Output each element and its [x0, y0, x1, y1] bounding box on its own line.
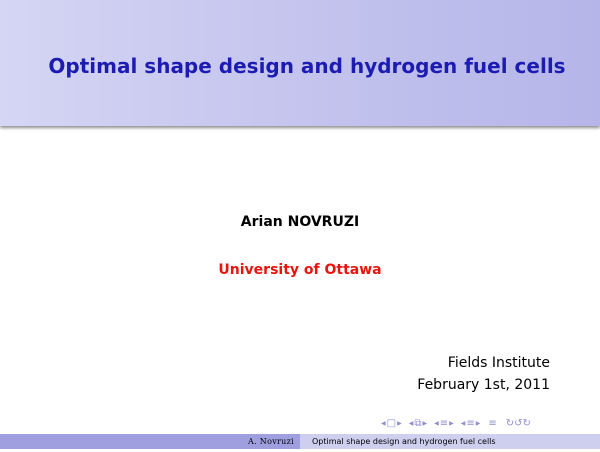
- footer-author: A. Novruzi: [248, 437, 294, 446]
- nav-menu-icon[interactable]: ≡: [487, 418, 497, 430]
- navigation-bar: ◀ □ ▶ ◀ ⧉ ▶ ◀ ≡ ▶ ◀ ≡ ▶ ≡ ↻↺↻: [381, 418, 593, 430]
- slide-title: Optimal shape design and hydrogen fuel c…: [48, 54, 566, 78]
- nav-frame-icon[interactable]: ◀ □ ▶: [381, 418, 402, 430]
- nav-section-icon[interactable]: ◀ ≡ ▶: [434, 418, 454, 430]
- location-date-block: Fields Institute February 1st, 2011: [417, 352, 550, 396]
- slide: Optimal shape design and hydrogen fuel c…: [0, 0, 600, 452]
- footer-title: Optimal shape design and hydrogen fuel c…: [312, 437, 496, 446]
- institute-name: University of Ottawa: [218, 262, 382, 278]
- date: February 1st, 2011: [417, 377, 550, 393]
- location: Fields Institute: [447, 355, 550, 371]
- nav-search-icon[interactable]: ↻↺↻: [505, 418, 532, 430]
- nav-subsection-icon[interactable]: ◀ ⧉ ▶: [409, 418, 427, 430]
- nav-section-icon[interactable]: ◀ ≡ ▶: [461, 418, 481, 430]
- author-name: Arian NOVRUZI: [240, 214, 360, 230]
- footer-left: A. Novruzi: [0, 434, 300, 449]
- footer-bar: A. Novruzi Optimal shape design and hydr…: [0, 434, 600, 449]
- footer-right: Optimal shape design and hydrogen fuel c…: [300, 434, 600, 449]
- title-band: Optimal shape design and hydrogen fuel c…: [0, 0, 600, 126]
